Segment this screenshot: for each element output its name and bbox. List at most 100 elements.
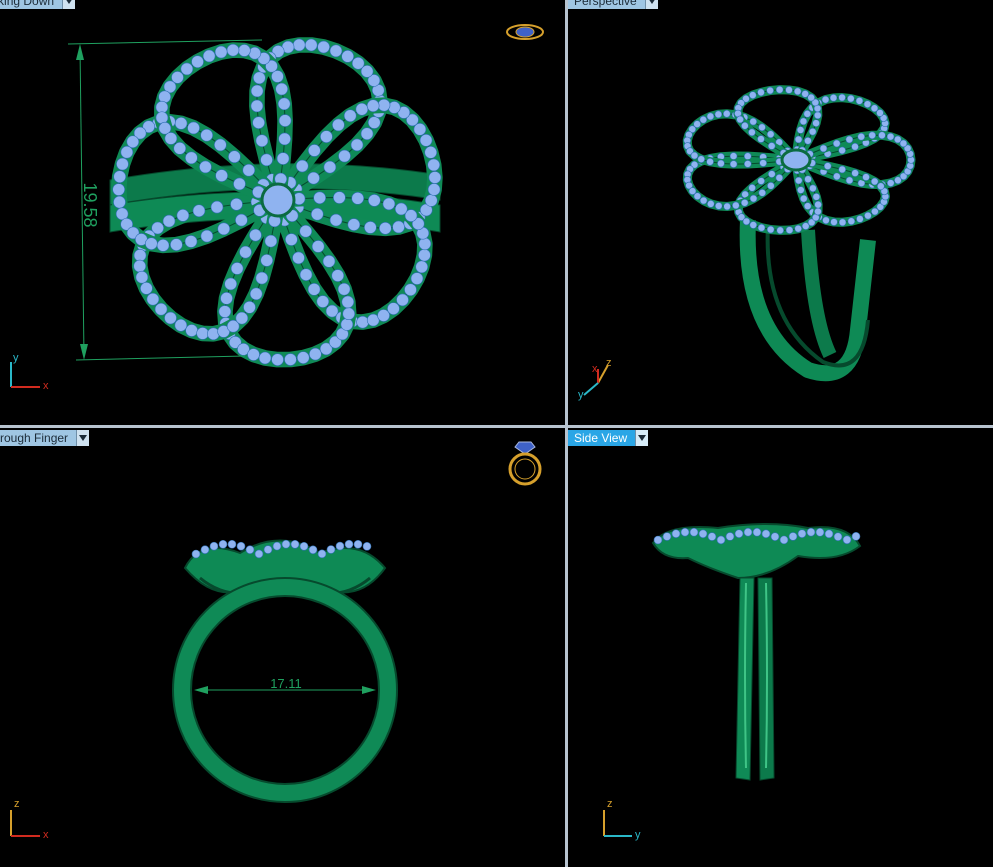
gem [706,157,714,166]
gem [308,545,318,555]
gem [870,177,879,186]
viewport-through-finger[interactable]: 17.11 z x Through Finger [0,428,565,867]
gem [320,130,333,143]
gem [323,160,337,174]
gem [748,91,757,99]
gem [424,194,438,207]
gem [230,262,244,275]
gem [851,142,859,151]
gem [732,201,740,210]
gem [113,170,127,183]
ring-top-render: 19.58 [67,37,443,368]
gem [886,132,895,141]
viewport-title-looking-down[interactable]: Looking Down [0,0,76,9]
dropdown-arrow-icon[interactable] [62,0,76,9]
gem [424,146,438,159]
gem [845,176,854,185]
axis-y-label: y [13,352,19,364]
gem [307,283,321,296]
gem [164,132,178,145]
gem [185,324,198,337]
gem [427,158,441,172]
gem [242,163,256,177]
gem [276,152,290,165]
gem [207,327,220,341]
dropdown-arrow-icon[interactable] [635,430,649,446]
gem [767,142,776,150]
axis-x-label: x [43,380,49,392]
ring-front-render: 17.11 [172,539,398,803]
axis-indicator: z x [6,798,56,843]
gem [332,118,345,132]
viewport-title-through-finger[interactable]: Through Finger [0,430,90,446]
gem [842,535,852,545]
viewport-divider-vertical[interactable] [565,0,568,867]
gem [317,40,330,54]
gem [428,171,442,184]
gem [404,283,417,297]
gem [743,152,752,161]
gem [316,295,330,308]
gem [830,218,838,226]
gem [698,529,708,539]
gem [743,160,752,168]
gem [799,194,808,203]
dropdown-arrow-icon[interactable] [76,430,90,446]
gem [847,217,856,226]
gem [277,97,291,111]
viewport-looking-down[interactable]: 19.58 y x Looking Down [0,0,565,425]
gem [120,145,134,159]
gem [856,215,864,223]
gem [174,117,188,130]
gem [680,527,690,537]
gem [230,197,243,211]
gem [722,109,731,118]
gem [187,121,200,135]
dimension-height-label: 19.58 [80,182,100,227]
gem [832,139,841,148]
gem [185,151,198,165]
gem [284,353,297,366]
viewport-side-view[interactable]: z y Side View [568,428,993,867]
axis-indicator: y x [6,352,56,392]
gem [135,270,149,284]
viewport-perspective[interactable]: z x y Perspective [568,0,993,425]
gem [235,311,249,325]
gem [317,549,327,559]
gem [838,165,847,174]
gem [196,327,209,340]
gem [235,213,248,227]
axis-indicator: z x y [578,355,628,405]
gem [310,207,324,221]
gem [364,221,377,234]
viewport-title-label: Perspective [568,0,645,9]
axis-x-label: x [592,363,598,375]
viewport-title-perspective[interactable]: Perspective [568,0,658,9]
gem [809,184,817,193]
gem [382,197,396,211]
gem [796,126,805,134]
gem [808,127,817,136]
dropdown-arrow-icon[interactable] [644,0,658,9]
gem [322,254,336,268]
gem [697,155,706,163]
gem [815,527,825,537]
gem [351,192,365,205]
gem [838,146,846,155]
gem [863,100,872,108]
viewport-title-side-view[interactable]: Side View [568,430,649,446]
gem [214,138,227,152]
gem [387,101,401,114]
gem [347,218,361,231]
gem [767,182,775,190]
gem [693,192,702,201]
viewport-divider-horizontal[interactable] [0,425,993,428]
gem [311,240,325,253]
gem [154,302,168,316]
gem [155,100,169,114]
gem [299,541,309,551]
gem [877,182,885,191]
gem [329,213,343,227]
gem [215,169,228,182]
gem [180,62,194,76]
